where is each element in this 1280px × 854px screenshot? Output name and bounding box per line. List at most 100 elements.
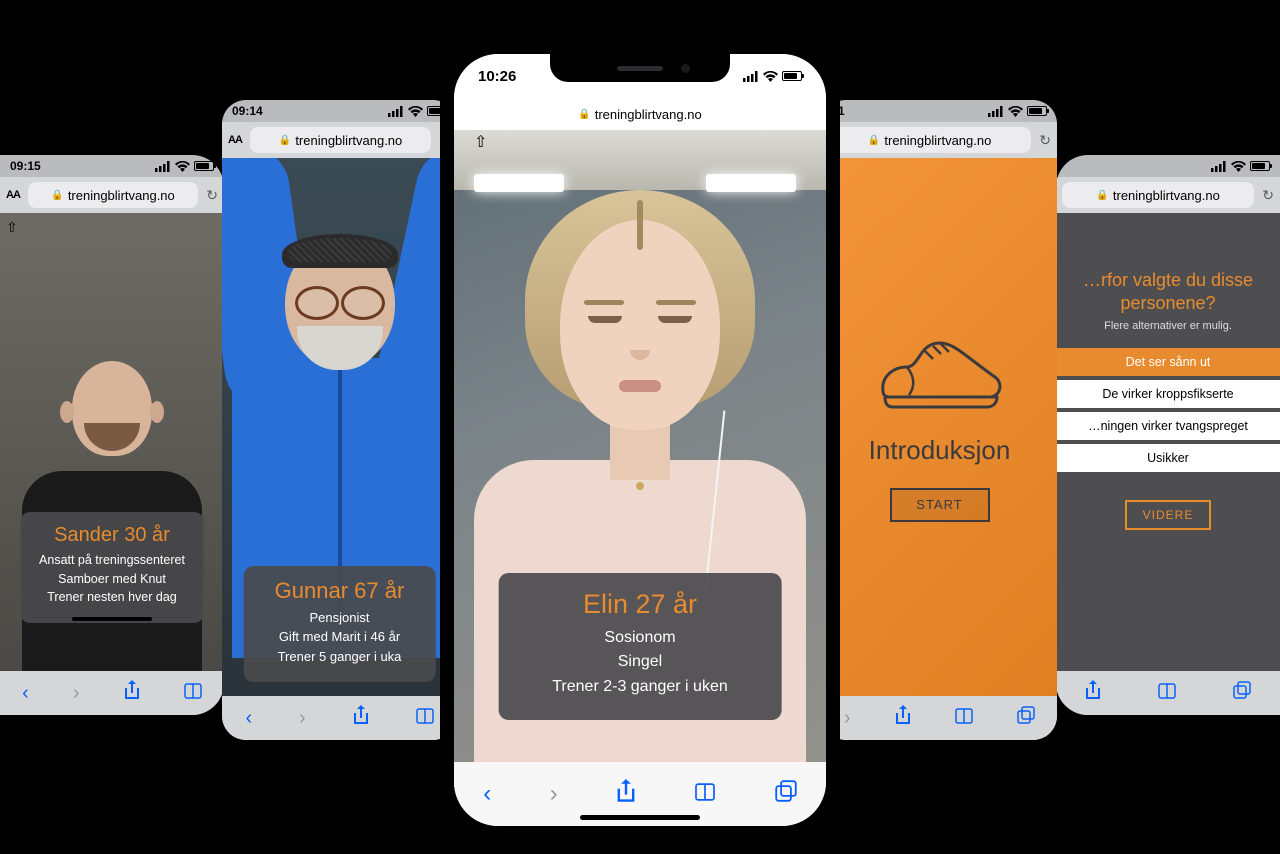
url-text: treningblirtvang.no xyxy=(295,133,402,148)
text-size-button[interactable]: AA xyxy=(228,134,242,146)
status-bar xyxy=(1056,155,1280,177)
lock-icon: 🔒 xyxy=(1096,190,1108,201)
signal-icon xyxy=(988,106,1004,117)
intro-title: Introduksjon xyxy=(869,435,1011,466)
share-button[interactable] xyxy=(353,705,369,731)
phone-questionnaire: 🔒 treningblirtvang.no ↻ …rfor valgte du … xyxy=(1056,155,1280,715)
url-field[interactable]: 🔒 treningblirtvang.no xyxy=(460,107,820,122)
share-button[interactable] xyxy=(616,779,636,810)
address-bar: AA 🔒 treningblirtvang.no ↻ xyxy=(0,177,224,213)
lock-icon: 🔒 xyxy=(868,135,880,146)
option-2[interactable]: …ningen virker tvangspreget xyxy=(1056,410,1280,442)
text-size-button[interactable]: AA xyxy=(6,189,20,201)
status-bar: 11 xyxy=(822,100,1057,122)
battery-icon xyxy=(782,71,802,81)
question-subtitle: Flere alternativer er mulig. xyxy=(1056,320,1280,332)
bookmarks-button[interactable] xyxy=(1158,682,1176,705)
persona-line: Trener 2-3 ganger i uken xyxy=(519,675,762,700)
page-content: …rfor valgte du disse personene? Flere a… xyxy=(1056,213,1280,671)
battery-icon xyxy=(1027,106,1047,116)
lock-icon: 🔒 xyxy=(578,109,590,120)
safari-toolbar: ‹ › xyxy=(222,696,457,740)
phone-intro: 11 🔒 treningblirtvang.no ↻ Introduksjon … xyxy=(822,100,1057,740)
bookmarks-button[interactable] xyxy=(416,707,434,730)
page-content: Gunnar 67 år Pensjonist Gift med Marit i… xyxy=(222,158,457,696)
reader-icon[interactable]: ⇧ xyxy=(6,219,18,236)
device-frame: 10:26 🔒 treningblirtvang.no ⇧ xyxy=(440,40,840,840)
battery-icon xyxy=(1250,161,1270,171)
home-indicator[interactable] xyxy=(72,617,152,621)
persona-card: Sander 30 år Ansatt på treningssenteret … xyxy=(20,512,204,623)
persona-name: Gunnar 67 år xyxy=(261,578,418,604)
page-content: ⇧ Sander 30 år Ansatt på treningssentere… xyxy=(0,213,224,671)
forward-button: › xyxy=(844,707,851,730)
wifi-icon xyxy=(175,161,190,172)
reload-button[interactable]: ↻ xyxy=(1039,132,1051,149)
url-field[interactable]: 🔒 treningblirtvang.no xyxy=(250,127,431,153)
signal-icon xyxy=(155,161,171,172)
status-indicators xyxy=(388,106,447,117)
persona-card: Gunnar 67 år Pensjonist Gift med Marit i… xyxy=(243,566,436,683)
safari-toolbar: ‹ › xyxy=(0,671,224,715)
phone-elin: 10:26 🔒 treningblirtvang.no ⇧ xyxy=(440,40,840,840)
reload-button[interactable]: ↻ xyxy=(1262,187,1274,204)
tabs-button[interactable] xyxy=(1017,706,1035,730)
back-button[interactable]: ‹ xyxy=(245,707,252,730)
bookmarks-button[interactable] xyxy=(694,780,716,808)
status-indicators xyxy=(155,161,214,172)
wifi-icon xyxy=(1008,106,1023,117)
share-button[interactable] xyxy=(124,680,140,706)
home-indicator[interactable] xyxy=(580,815,700,820)
option-3[interactable]: Usikker xyxy=(1056,442,1280,474)
url-field[interactable]: 🔒 treningblirtvang.no xyxy=(1062,182,1254,208)
signal-icon xyxy=(1211,161,1227,172)
notch xyxy=(550,54,730,82)
back-button[interactable]: ‹ xyxy=(483,780,491,808)
address-bar: 🔒 treningblirtvang.no ↻ xyxy=(822,122,1057,158)
address-bar: 🔒 treningblirtvang.no ↻ xyxy=(1056,177,1280,213)
url-text: treningblirtvang.no xyxy=(1113,188,1220,203)
status-bar: 09:15 xyxy=(0,155,224,177)
option-0[interactable]: Det ser sånn ut xyxy=(1056,346,1280,378)
address-bar: AA 🔒 treningblirtvang.no ↻ xyxy=(222,122,457,158)
persona-line: Ansatt på treningssenteret xyxy=(38,551,186,570)
persona-line: Gift med Marit i 46 år xyxy=(261,627,418,647)
status-indicators xyxy=(743,71,802,82)
url-field[interactable]: 🔒 treningblirtvang.no xyxy=(28,182,198,208)
persona-line: Samboer med Knut xyxy=(38,570,186,589)
wifi-icon xyxy=(763,71,778,82)
persona-name: Sander 30 år xyxy=(38,524,186,547)
reload-button[interactable]: ↻ xyxy=(206,187,218,204)
url-field[interactable]: 🔒 treningblirtvang.no xyxy=(828,127,1031,153)
start-button[interactable]: START xyxy=(890,488,990,522)
page-content: Elin 27 år Sosionom Singel Trener 2-3 ga… xyxy=(454,130,826,762)
wifi-icon xyxy=(1231,161,1246,172)
phone-gunnar: 09:14 AA 🔒 treningblirtvang.no ↻ Gunnar … xyxy=(222,100,457,740)
persona-card: Elin 27 år Sosionom Singel Trener 2-3 ga… xyxy=(499,573,782,720)
signal-icon xyxy=(743,71,759,82)
persona-line: Pensjonist xyxy=(261,608,418,628)
back-button[interactable]: ‹ xyxy=(22,682,29,705)
persona-line: Sosionom xyxy=(519,626,762,651)
lock-icon: 🔒 xyxy=(279,135,291,146)
forward-button: › xyxy=(299,707,306,730)
reader-icon[interactable]: ⇧ xyxy=(474,132,487,152)
share-button[interactable] xyxy=(1085,680,1101,706)
tabs-button[interactable] xyxy=(1233,681,1251,705)
safari-toolbar: › xyxy=(822,696,1057,740)
phone-sander: 09:15 AA 🔒 treningblirtvang.no ↻ ⇧ Sande… xyxy=(0,155,224,715)
next-button[interactable]: VIDERE xyxy=(1125,500,1211,530)
bookmarks-button[interactable] xyxy=(184,682,202,705)
forward-button: › xyxy=(550,780,558,808)
page-content: Introduksjon START xyxy=(822,158,1057,696)
share-button[interactable] xyxy=(895,705,911,731)
signal-icon xyxy=(388,106,404,117)
tabs-button[interactable] xyxy=(775,780,797,809)
persona-name: Elin 27 år xyxy=(519,589,762,620)
status-time: 10:26 xyxy=(478,68,516,85)
address-bar: 🔒 treningblirtvang.no xyxy=(454,98,826,130)
status-time: 09:14 xyxy=(232,104,263,118)
option-1[interactable]: De virker kroppsfikserte xyxy=(1056,378,1280,410)
question-title: …rfor valgte du disse personene? xyxy=(1056,269,1280,316)
bookmarks-button[interactable] xyxy=(955,707,973,730)
